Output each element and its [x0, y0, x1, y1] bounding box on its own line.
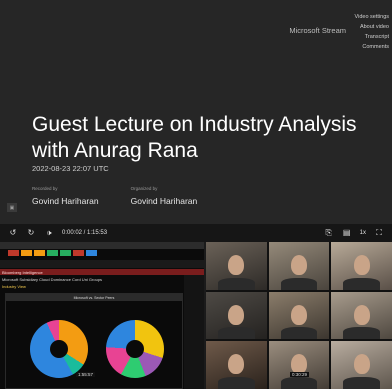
organized-by: Organized by Govind Hariharan — [131, 186, 198, 206]
participant-face — [353, 354, 370, 375]
menu-comments[interactable]: Comments — [355, 42, 392, 52]
share-line1: Microsoft Subsidiary Cloud Dominance Cor… — [2, 277, 103, 282]
donut-chart-left — [30, 320, 88, 378]
participant-shirt — [280, 377, 318, 389]
participant-tile[interactable] — [206, 291, 267, 340]
participant-face — [290, 254, 307, 275]
participant-grid — [206, 242, 392, 389]
toolbar-chip — [60, 250, 71, 256]
lecture-title: Guest Lecture on Industry Analysis with … — [32, 113, 357, 162]
toolbar-chip — [21, 250, 32, 256]
people-row: Recorded by Govind Hariharan Organized b… — [32, 186, 197, 206]
participant-face — [353, 254, 370, 275]
participant-face — [228, 254, 245, 275]
menu-transcript[interactable]: Transcript — [355, 32, 392, 42]
participant-tile[interactable] — [331, 291, 392, 340]
captions-icon[interactable]: ⎘ — [324, 228, 334, 238]
participant-face — [353, 304, 370, 325]
lecture-hero: Video settings About video Transcript Co… — [0, 0, 392, 224]
participant-tile[interactable] — [331, 242, 392, 290]
participant-face — [228, 354, 245, 375]
recorded-by-name: Govind Hariharan — [32, 196, 99, 206]
chart-panel-title: Microsoft vs. Sector Peers — [6, 294, 182, 301]
share-time-badge: 1:55:57 — [76, 372, 96, 377]
rewind-icon[interactable]: ↺ — [8, 228, 18, 238]
toolbar-chip — [86, 250, 97, 256]
side-menu: Video settings About video Transcript Co… — [289, 12, 392, 52]
participant-shirt — [343, 327, 380, 340]
participant-shirt — [218, 327, 255, 340]
share-section: Bloomberg Intelligence — [2, 270, 43, 275]
playback-time: 0:00:02 / 1:15:53 — [62, 230, 108, 236]
toolbar-chip — [8, 250, 19, 256]
forward-icon[interactable]: ↻ — [26, 228, 36, 238]
participant-face — [228, 304, 245, 325]
toolbar-chip — [34, 250, 45, 256]
fullscreen-icon[interactable]: ⛶ — [374, 228, 384, 238]
organized-by-label: Organized by — [130, 186, 158, 191]
share-toolbar — [8, 250, 97, 256]
participant-shirt — [280, 327, 318, 340]
toolbar-chip — [47, 250, 58, 256]
watermark-icon: ▣ — [7, 203, 17, 212]
settings-icon[interactable]: ▤ — [342, 228, 352, 238]
participant-tile[interactable] — [206, 242, 267, 290]
controls-right: ⎘ ▤ 1x ⛶ — [316, 228, 392, 238]
participant-tile[interactable] — [268, 291, 330, 340]
menu-video-settings[interactable]: Video settings — [355, 12, 392, 22]
lecture-datetime: 2022-08-23 22:07 UTC — [32, 164, 109, 173]
share-subbar — [0, 260, 204, 268]
recorded-by: Recorded by Govind Hariharan — [32, 186, 99, 206]
participant-tile[interactable] — [206, 341, 267, 389]
volume-icon[interactable]: 🕩 — [44, 228, 54, 238]
toolbar-chip — [73, 250, 84, 256]
participants-time-badge: 0:30:29 — [290, 372, 310, 377]
menu-about[interactable]: About video — [355, 22, 392, 32]
brand-label: Microsoft Stream — [289, 26, 346, 35]
participant-tile[interactable] — [268, 341, 330, 389]
donut-chart-right — [106, 320, 164, 378]
share-line2: Industry View — [2, 284, 26, 289]
participant-tile[interactable] — [331, 341, 392, 389]
controls-left: ↺ ↻ 🕩 0:00:02 / 1:15:53 — [0, 228, 115, 238]
recorded-by-label: Recorded by — [32, 186, 58, 191]
participant-face — [290, 304, 307, 325]
organized-by-name: Govind Hariharan — [130, 196, 198, 206]
share-titlebar — [0, 242, 204, 249]
share-sidepanel — [184, 275, 204, 389]
participant-tile[interactable] — [268, 242, 330, 290]
participant-shirt — [218, 377, 255, 389]
participant-shirt — [218, 277, 255, 290]
playback-speed[interactable]: 1x — [360, 230, 366, 236]
participant-shirt — [280, 277, 318, 290]
participant-shirt — [343, 377, 380, 389]
player-controls: ↺ ↻ 🕩 0:00:02 / 1:15:53 ⎘ ▤ 1x ⛶ — [0, 224, 392, 242]
screen-share: Bloomberg Intelligence Microsoft Subsidi… — [0, 242, 204, 389]
participant-shirt — [343, 277, 380, 290]
